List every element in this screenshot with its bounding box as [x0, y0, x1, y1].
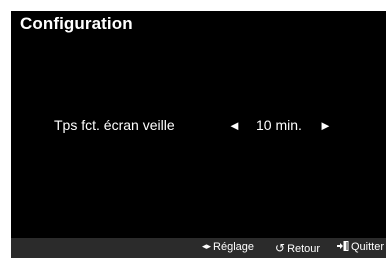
exit-button[interactable]: Quitter: [337, 241, 384, 254]
decrease-arrow-icon[interactable]: ◄: [228, 116, 241, 136]
setting-value: 10 min.: [256, 117, 302, 133]
return-icon: ↺: [275, 241, 286, 255]
page-title: Configuration: [20, 14, 133, 33]
footer-help-bar: ◂▸ Réglage ↺ Retour Quitter: [11, 238, 386, 258]
sleep-timer-setting-row[interactable]: Tps fct. écran veille ◄ 10 min. ►: [11, 115, 386, 137]
increase-arrow-icon[interactable]: ►: [319, 116, 332, 136]
exit-icon: [337, 241, 349, 254]
adjust-label: Réglage: [213, 241, 255, 253]
return-button[interactable]: ↺ Retour: [275, 241, 320, 255]
setting-label: Tps fct. écran veille: [54, 117, 175, 133]
osd-panel: Configuration Tps fct. écran veille ◄ 10…: [11, 11, 386, 258]
adjust-hint[interactable]: ◂▸ Réglage: [202, 241, 254, 253]
exit-label: Quitter: [351, 241, 385, 253]
left-right-arrows-icon: ◂▸: [202, 241, 212, 251]
return-label: Retour: [287, 243, 321, 255]
